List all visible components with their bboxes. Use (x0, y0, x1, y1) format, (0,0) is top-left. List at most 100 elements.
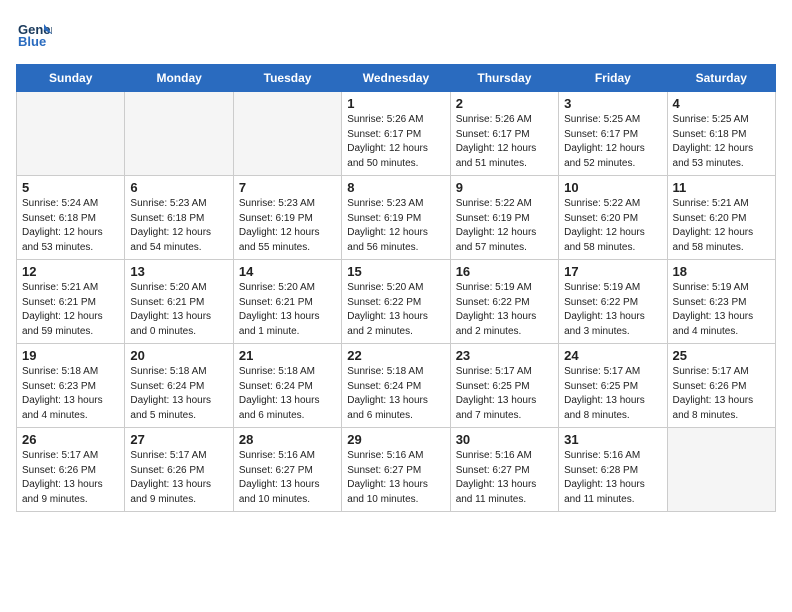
calendar-cell: 16 Sunrise: 5:19 AMSunset: 6:22 PMDayligh… (450, 260, 558, 344)
calendar-cell (233, 92, 341, 176)
day-info: Sunrise: 5:19 AMSunset: 6:23 PMDaylight:… (673, 281, 770, 339)
day-number: 12 (22, 264, 119, 279)
day-info: Sunrise: 5:16 AMSunset: 6:27 PMDaylight:… (347, 449, 444, 507)
calendar-week-row: 5 Sunrise: 5:24 AMSunset: 6:18 PMDaylight… (17, 176, 776, 260)
calendar-cell: 7 Sunrise: 5:23 AMSunset: 6:19 PMDaylight… (233, 176, 341, 260)
weekday-header: Tuesday (233, 65, 341, 92)
day-info: Sunrise: 5:24 AMSunset: 6:18 PMDaylight:… (22, 197, 119, 255)
day-info: Sunrise: 5:17 AMSunset: 6:26 PMDaylight:… (130, 449, 227, 507)
day-number: 3 (564, 96, 661, 111)
day-info: Sunrise: 5:19 AMSunset: 6:22 PMDaylight:… (456, 281, 553, 339)
day-number: 30 (456, 432, 553, 447)
day-number: 29 (347, 432, 444, 447)
calendar-week-row: 1Sunrise: 5:26 AMSunset: 6:17 PMDaylight… (17, 92, 776, 176)
calendar-cell: 11Sunrise: 5:21 AMSunset: 6:20 PMDayligh… (667, 176, 775, 260)
day-info: Sunrise: 5:19 AMSunset: 6:22 PMDaylight:… (564, 281, 661, 339)
weekday-header: Saturday (667, 65, 775, 92)
calendar-cell: 2 Sunrise: 5:26 AMSunset: 6:17 PMDaylight… (450, 92, 558, 176)
calendar-cell: 29 Sunrise: 5:16 AMSunset: 6:27 PMDayligh… (342, 428, 450, 512)
day-number: 16 (456, 264, 553, 279)
calendar-cell (125, 92, 233, 176)
day-number: 9 (456, 180, 553, 195)
day-number: 2 (456, 96, 553, 111)
day-info: Sunrise: 5:17 AMSunset: 6:25 PMDaylight:… (564, 365, 661, 423)
calendar-cell: 10 Sunrise: 5:22 AMSunset: 6:20 PMDayligh… (559, 176, 667, 260)
calendar-cell: 3 Sunrise: 5:25 AMSunset: 6:17 PMDaylight… (559, 92, 667, 176)
calendar-cell: 15Sunrise: 5:20 AMSunset: 6:22 PMDayligh… (342, 260, 450, 344)
day-info: Sunrise: 5:23 AMSunset: 6:19 PMDaylight:… (347, 197, 444, 255)
calendar-cell: 6 Sunrise: 5:23 AMSunset: 6:18 PMDaylight… (125, 176, 233, 260)
day-info: Sunrise: 5:20 AMSunset: 6:21 PMDaylight:… (239, 281, 336, 339)
svg-text:Blue: Blue (18, 34, 46, 49)
day-info: Sunrise: 5:16 AMSunset: 6:27 PMDaylight:… (239, 449, 336, 507)
day-number: 14 (239, 264, 336, 279)
calendar-cell: 26 Sunrise: 5:17 AMSunset: 6:26 PMDayligh… (17, 428, 125, 512)
day-number: 28 (239, 432, 336, 447)
day-number: 21 (239, 348, 336, 363)
calendar-week-row: 12 Sunrise: 5:21 AMSunset: 6:21 PMDayligh… (17, 260, 776, 344)
calendar-cell: 4Sunrise: 5:25 AMSunset: 6:18 PMDaylight… (667, 92, 775, 176)
calendar-cell (17, 92, 125, 176)
logo: General Blue (16, 16, 52, 52)
calendar-table: SundayMondayTuesdayWednesdayThursdayFrid… (16, 64, 776, 512)
calendar-week-row: 26 Sunrise: 5:17 AMSunset: 6:26 PMDayligh… (17, 428, 776, 512)
day-info: Sunrise: 5:17 AMSunset: 6:25 PMDaylight:… (456, 365, 553, 423)
calendar-cell: 19Sunrise: 5:18 AMSunset: 6:23 PMDayligh… (17, 344, 125, 428)
day-info: Sunrise: 5:17 AMSunset: 6:26 PMDaylight:… (673, 365, 770, 423)
calendar-cell: 14 Sunrise: 5:20 AMSunset: 6:21 PMDayligh… (233, 260, 341, 344)
day-number: 25 (673, 348, 770, 363)
page-header: General Blue (16, 16, 776, 52)
day-info: Sunrise: 5:16 AMSunset: 6:27 PMDaylight:… (456, 449, 553, 507)
day-info: Sunrise: 5:20 AMSunset: 6:21 PMDaylight:… (130, 281, 227, 339)
weekday-header: Monday (125, 65, 233, 92)
day-number: 24 (564, 348, 661, 363)
day-number: 26 (22, 432, 119, 447)
weekday-header: Friday (559, 65, 667, 92)
day-info: Sunrise: 5:17 AMSunset: 6:26 PMDaylight:… (22, 449, 119, 507)
day-info: Sunrise: 5:25 AMSunset: 6:18 PMDaylight:… (673, 113, 770, 171)
calendar-cell: 24 Sunrise: 5:17 AMSunset: 6:25 PMDayligh… (559, 344, 667, 428)
day-info: Sunrise: 5:23 AMSunset: 6:18 PMDaylight:… (130, 197, 227, 255)
calendar-cell: 1Sunrise: 5:26 AMSunset: 6:17 PMDaylight… (342, 92, 450, 176)
day-info: Sunrise: 5:16 AMSunset: 6:28 PMDaylight:… (564, 449, 661, 507)
day-info: Sunrise: 5:18 AMSunset: 6:24 PMDaylight:… (130, 365, 227, 423)
calendar-cell: 8 Sunrise: 5:23 AMSunset: 6:19 PMDaylight… (342, 176, 450, 260)
calendar-cell: 5 Sunrise: 5:24 AMSunset: 6:18 PMDaylight… (17, 176, 125, 260)
calendar-cell: 18 Sunrise: 5:19 AMSunset: 6:23 PMDayligh… (667, 260, 775, 344)
day-number: 5 (22, 180, 119, 195)
day-info: Sunrise: 5:26 AMSunset: 6:17 PMDaylight:… (347, 113, 444, 171)
day-number: 31 (564, 432, 661, 447)
calendar-cell: 17Sunrise: 5:19 AMSunset: 6:22 PMDayligh… (559, 260, 667, 344)
day-info: Sunrise: 5:25 AMSunset: 6:17 PMDaylight:… (564, 113, 661, 171)
day-number: 27 (130, 432, 227, 447)
day-info: Sunrise: 5:21 AMSunset: 6:21 PMDaylight:… (22, 281, 119, 339)
day-info: Sunrise: 5:18 AMSunset: 6:23 PMDaylight:… (22, 365, 119, 423)
calendar-cell: 9 Sunrise: 5:22 AMSunset: 6:19 PMDaylight… (450, 176, 558, 260)
day-number: 8 (347, 180, 444, 195)
calendar-cell: 12 Sunrise: 5:21 AMSunset: 6:21 PMDayligh… (17, 260, 125, 344)
calendar-cell: 23 Sunrise: 5:17 AMSunset: 6:25 PMDayligh… (450, 344, 558, 428)
weekday-header: Thursday (450, 65, 558, 92)
day-info: Sunrise: 5:18 AMSunset: 6:24 PMDaylight:… (347, 365, 444, 423)
day-number: 6 (130, 180, 227, 195)
day-info: Sunrise: 5:22 AMSunset: 6:20 PMDaylight:… (564, 197, 661, 255)
calendar-cell: 21Sunrise: 5:18 AMSunset: 6:24 PMDayligh… (233, 344, 341, 428)
day-number: 11 (673, 180, 770, 195)
day-info: Sunrise: 5:22 AMSunset: 6:19 PMDaylight:… (456, 197, 553, 255)
day-number: 15 (347, 264, 444, 279)
weekday-header: Wednesday (342, 65, 450, 92)
calendar-cell: 13Sunrise: 5:20 AMSunset: 6:21 PMDayligh… (125, 260, 233, 344)
day-info: Sunrise: 5:23 AMSunset: 6:19 PMDaylight:… (239, 197, 336, 255)
calendar-cell: 28 Sunrise: 5:16 AMSunset: 6:27 PMDayligh… (233, 428, 341, 512)
calendar-cell: 31 Sunrise: 5:16 AMSunset: 6:28 PMDayligh… (559, 428, 667, 512)
calendar-cell: 22Sunrise: 5:18 AMSunset: 6:24 PMDayligh… (342, 344, 450, 428)
calendar-cell: 20 Sunrise: 5:18 AMSunset: 6:24 PMDayligh… (125, 344, 233, 428)
day-number: 20 (130, 348, 227, 363)
calendar-cell: 30 Sunrise: 5:16 AMSunset: 6:27 PMDayligh… (450, 428, 558, 512)
day-number: 7 (239, 180, 336, 195)
day-info: Sunrise: 5:26 AMSunset: 6:17 PMDaylight:… (456, 113, 553, 171)
calendar-cell: 27 Sunrise: 5:17 AMSunset: 6:26 PMDayligh… (125, 428, 233, 512)
day-number: 18 (673, 264, 770, 279)
day-number: 23 (456, 348, 553, 363)
day-number: 10 (564, 180, 661, 195)
